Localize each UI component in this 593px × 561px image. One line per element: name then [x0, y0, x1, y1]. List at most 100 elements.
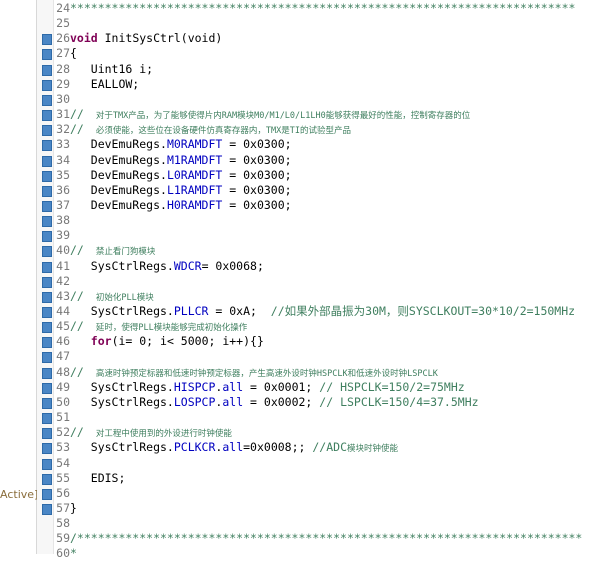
code-line[interactable]: 45// 延时，使得PLL模块能够完成初始化操作 — [42, 319, 593, 334]
code-line[interactable]: 58 — [54, 516, 593, 531]
change-marker-icon — [42, 94, 52, 106]
change-marker-icon — [42, 337, 52, 349]
change-marker-icon — [42, 49, 52, 61]
code-comment: // — [70, 122, 91, 137]
code-line[interactable]: 56 — [42, 486, 593, 501]
line-code: EALLOW; — [70, 77, 139, 92]
change-marker-icon — [42, 216, 52, 228]
code-line[interactable]: 49 SysCtrlRegs.HISPCP.all = 0x0001; // H… — [42, 379, 593, 395]
code-field: M1RAMDFT — [166, 152, 223, 167]
line-number: 55 — [56, 470, 70, 485]
line-number: 50 — [56, 394, 70, 409]
code-line[interactable]: 40// 禁止看门狗模块 — [42, 243, 593, 258]
code-line[interactable]: 41 SysCtrlRegs.WDCR= 0x0068; — [42, 258, 593, 274]
code-field: PLLCR — [173, 304, 209, 318]
code-line[interactable]: 36 DevEmuRegs.L1RAMDFT = 0x0300; — [42, 183, 593, 198]
line-number: 31 — [56, 107, 70, 122]
code-line[interactable]: 27{ — [42, 46, 593, 61]
code-line[interactable]: 43// 初始化PLL模块 — [42, 288, 593, 304]
change-marker-icon — [42, 443, 52, 455]
code-line[interactable]: 59/*************************************… — [54, 531, 593, 546]
line-number: 53 — [56, 440, 70, 455]
code-comment: 高速时钟预定标器和低速时钟预定标器，产生高速外设时钟HSPCLK和低速外设时钟L… — [90, 368, 438, 379]
code-text: = 0x0001; — [243, 379, 320, 394]
change-marker-icon — [42, 322, 52, 334]
code-text: = 0x0300; — [222, 167, 292, 182]
change-marker-icon — [42, 140, 52, 152]
line-code: /***************************************… — [70, 531, 582, 546]
code-comment: 模块时钟使能 — [347, 444, 399, 455]
code-line[interactable]: 28 Uint16 i; — [42, 61, 593, 77]
line-number: 47 — [56, 349, 70, 364]
code-comment: 延时，使得PLL模块能够完成初始化操作 — [90, 323, 248, 334]
change-marker-icon — [42, 155, 52, 167]
code-line[interactable]: 26 void InitSysCtrl(void) — [42, 31, 593, 46]
line-code: DevEmuRegs.L1RAMDFT = 0x0300; — [70, 183, 292, 198]
line-code: SysCtrlRegs.HISPCP.all = 0x0001; // HSPC… — [70, 380, 465, 395]
code-line[interactable]: 53 SysCtrlRegs.PCLKCR.all=0x0008;; //ADC… — [42, 440, 593, 455]
line-number: 52 — [56, 425, 70, 440]
code-line[interactable]: 55 EDIS; — [42, 470, 593, 486]
code-field: LOSPCP — [173, 394, 216, 409]
change-marker-icon — [42, 382, 52, 394]
code-editor[interactable]: 24 **************************************… — [42, 0, 593, 560]
code-line[interactable]: 51 — [42, 410, 593, 425]
panel-status-label: Active] — [0, 488, 39, 501]
line-number: 27 — [56, 46, 70, 61]
code-line[interactable]: 50 SysCtrlRegs.LOSPCP.all = 0x0002; // L… — [42, 394, 593, 410]
code-comment: // — [70, 319, 91, 334]
code-text: = 0x0002; — [243, 394, 320, 409]
code-line[interactable]: 35 DevEmuRegs.L0RAMDFT = 0x0300; — [42, 168, 593, 183]
change-marker-icon — [42, 397, 52, 409]
code-line[interactable]: 54 — [42, 456, 593, 471]
code-field: L0RAMDFT — [166, 167, 223, 182]
code-text: = 0xA; — [208, 304, 271, 318]
line-number: 49 — [56, 379, 70, 394]
code-comment: /***************************************… — [70, 531, 583, 546]
line-number: 58 — [56, 516, 70, 531]
code-comment: 禁止看门狗模块 — [90, 247, 156, 258]
code-line[interactable]: 57} — [42, 500, 593, 516]
change-marker-icon — [42, 473, 52, 485]
code-field: all — [222, 379, 244, 394]
code-line[interactable]: 48// 高速时钟预定标器和低速时钟预定标器，产生高速外设时钟HSPCLK和低速… — [42, 364, 593, 380]
code-line[interactable]: 24 **************************************… — [54, 1, 593, 16]
code-line[interactable]: 39 — [42, 228, 593, 243]
line-number: 26 — [56, 31, 70, 46]
change-marker-icon — [42, 170, 52, 182]
code-line[interactable]: 38 — [42, 213, 593, 228]
code-line[interactable]: 25 — [54, 16, 593, 31]
code-line[interactable]: 31// 对于TMX产品，为了能够使得片内RAM模块M0/M1/L0/L1LH0… — [42, 107, 593, 122]
code-line[interactable]: 33 DevEmuRegs.M0RAMDFT = 0x0300; — [42, 137, 593, 152]
line-number: 28 — [56, 61, 70, 76]
line-number: 40 — [56, 243, 70, 258]
code-comment: // — [70, 243, 91, 258]
code-line[interactable]: 52// 对工程中使用到的外设进行时钟使能 — [42, 425, 593, 440]
code-comment: 对工程中使用到的外设进行时钟使能 — [90, 429, 232, 440]
change-marker-icon — [42, 503, 52, 515]
code-line[interactable]: 32// 必须使能，这些位在设备硬件仿真寄存器内，TMX是TI的试验型产品 — [42, 122, 593, 137]
code-text: SysCtrlRegs. — [70, 394, 174, 409]
code-line[interactable]: 34 DevEmuRegs.M1RAMDFT = 0x0300; — [42, 152, 593, 168]
code-keyword: void — [70, 31, 98, 46]
change-marker-icon — [42, 352, 52, 364]
code-line[interactable]: 44 SysCtrlRegs.PLLCR = 0xA; //如果外部晶振为30M… — [42, 304, 593, 319]
code-line[interactable]: 29 EALLOW; — [42, 77, 593, 92]
code-comment: // HSPCLK=150/2=75MHz — [319, 379, 465, 394]
line-number: 30 — [56, 91, 70, 106]
code-text: SysCtrlRegs. — [70, 258, 174, 273]
code-comment: // — [70, 288, 91, 303]
change-marker-icon — [42, 488, 52, 500]
code-line[interactable]: 37 DevEmuRegs.H0RAMDFT = 0x0300; — [42, 198, 593, 213]
code-line[interactable]: 30 — [42, 91, 593, 107]
code-line[interactable]: 42 — [42, 274, 593, 289]
code-text: (i= 0; i< 5000; i++){} — [111, 334, 264, 349]
line-number: 59 — [56, 531, 70, 546]
line-code: DevEmuRegs.L0RAMDFT = 0x0300; — [70, 168, 292, 183]
code-field: M0RAMDFT — [166, 137, 223, 152]
code-line[interactable]: 46 for(i= 0; i< 5000; i++){} — [42, 334, 593, 349]
line-number: 48 — [56, 364, 70, 379]
code-line[interactable]: 47 — [42, 349, 593, 364]
code-text: } — [70, 500, 77, 515]
